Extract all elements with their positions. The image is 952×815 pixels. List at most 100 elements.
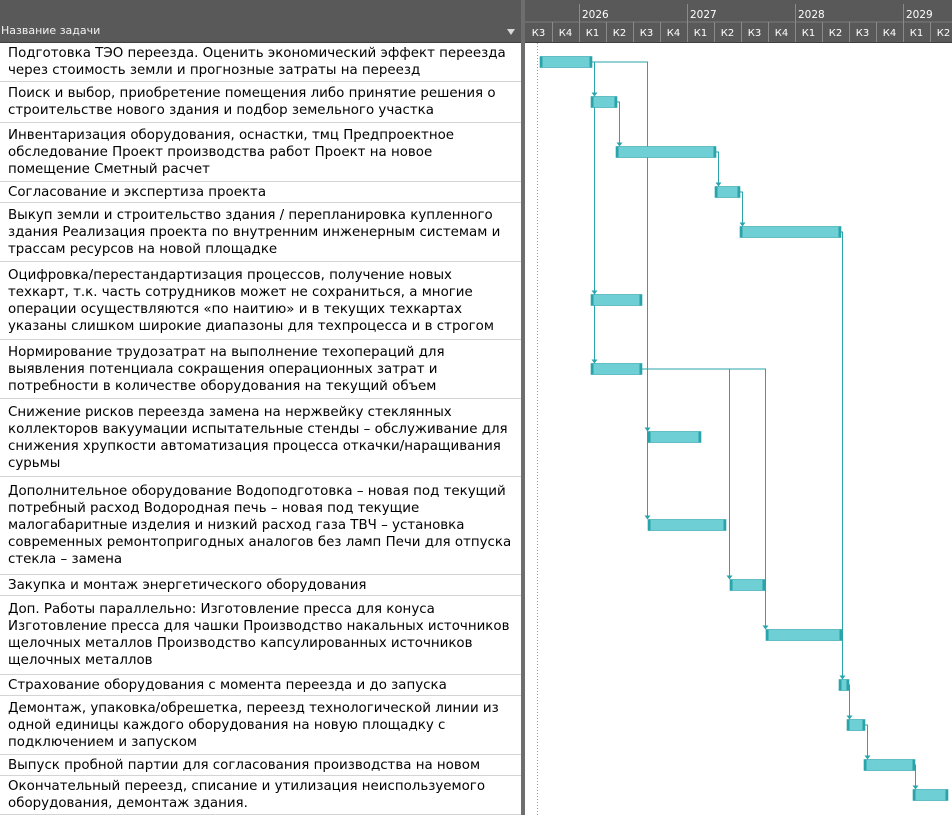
dropdown-arrow-icon[interactable] bbox=[507, 29, 515, 35]
gantt-bar[interactable] bbox=[539, 56, 593, 68]
quarter-label: К4 bbox=[667, 28, 680, 39]
dependency-arrow-icon bbox=[864, 755, 871, 760]
quarter-label: К4 bbox=[559, 28, 572, 39]
gantt-bar-end-marker bbox=[639, 363, 642, 375]
task-row[interactable]: Доп. Работы параллельно: Изготовление пр… bbox=[0, 596, 521, 675]
gantt-bar-end-marker bbox=[762, 579, 765, 591]
dependency-arrow-icon bbox=[591, 359, 598, 364]
dependency-link bbox=[865, 724, 868, 759]
gantt-chart: 2026 2027 2028 2029 К3 К4 К1 К2 К3 К4 К1 К2 К3 К4 К1 К2… bbox=[525, 0, 952, 815]
year-label: 2028 bbox=[798, 9, 825, 21]
year-label: 2026 bbox=[582, 9, 609, 21]
quarter-label: К4 bbox=[775, 28, 788, 39]
dependency-link bbox=[740, 191, 743, 226]
gantt-bar-end-marker bbox=[589, 56, 592, 68]
gantt-bar[interactable] bbox=[863, 759, 916, 771]
gantt-bar-end-marker bbox=[614, 96, 617, 108]
task-name: Подготовка ТЭО переезда. Оценить экономи… bbox=[8, 46, 506, 78]
gantt-bar[interactable] bbox=[590, 96, 618, 108]
task-name: Согласование и экспертиза проекта bbox=[8, 185, 267, 200]
task-name: Оцифровка/перестандартизация процессов, … bbox=[8, 268, 494, 339]
task-name: Окончательный переезд, списание и утилиз… bbox=[8, 779, 486, 811]
dependency-arrow-icon bbox=[644, 515, 651, 520]
dependency-link bbox=[617, 101, 620, 146]
quarter-label: К1 bbox=[802, 28, 815, 39]
quarter-label: К2 bbox=[829, 28, 842, 39]
dependency-arrow-icon bbox=[912, 785, 919, 790]
task-row[interactable]: Закупка и монтаж энергетического оборудо… bbox=[0, 575, 521, 596]
task-name-header-label: Название задачи bbox=[1, 24, 101, 37]
quarter-label: К3 bbox=[640, 28, 653, 39]
gantt-bar-start-marker bbox=[847, 719, 850, 731]
task-row[interactable]: Инвентаризация оборудования, оснастки, т… bbox=[0, 123, 521, 182]
gantt-bar-start-marker bbox=[730, 579, 733, 591]
gantt-bar-end-marker bbox=[945, 789, 948, 801]
gantt-bar-start-marker bbox=[839, 679, 842, 691]
gantt-bar[interactable] bbox=[765, 629, 843, 641]
gantt-bar[interactable] bbox=[714, 186, 741, 198]
gantt-bar[interactable] bbox=[912, 789, 949, 801]
dependency-arrow-icon bbox=[839, 675, 846, 680]
gantt-bar[interactable] bbox=[739, 226, 842, 238]
gantt-bar[interactable] bbox=[590, 363, 643, 375]
quarter-label: К4 bbox=[883, 28, 896, 39]
gantt-bar[interactable] bbox=[647, 431, 702, 443]
gantt-bar-start-marker bbox=[740, 226, 743, 238]
gantt-bar[interactable] bbox=[846, 719, 866, 731]
gantt-bar-start-marker bbox=[591, 96, 594, 108]
task-row[interactable]: Нормирование трудозатрат на выполнение т… bbox=[0, 340, 521, 399]
task-row[interactable]: Дополнительное оборудование Водоподготов… bbox=[0, 477, 521, 575]
gantt-bar-start-marker bbox=[591, 363, 594, 375]
dependency-arrow-icon bbox=[846, 715, 853, 720]
year-label: 2029 bbox=[906, 9, 933, 21]
gantt-bar-start-marker bbox=[540, 56, 543, 68]
task-name: Доп. Работы параллельно: Изготовление пр… bbox=[8, 602, 510, 668]
task-row[interactable]: Подготовка ТЭО переезда. Оценить экономи… bbox=[0, 43, 521, 82]
gantt-bar-start-marker bbox=[766, 629, 769, 641]
task-name: Дополнительное оборудование Водоподготов… bbox=[8, 484, 512, 567]
quarter-label: К2 bbox=[937, 28, 950, 39]
task-row[interactable]: Окончательный переезд, списание и утилиз… bbox=[0, 776, 521, 815]
quarter-label: К2 bbox=[613, 28, 626, 39]
quarter-label: К1 bbox=[694, 28, 707, 39]
task-row[interactable]: Демонтаж, упаковка/обрешетка, переезд те… bbox=[0, 696, 521, 755]
gantt-bar-end-marker bbox=[639, 294, 642, 306]
dependency-link bbox=[716, 151, 719, 186]
task-row[interactable]: Оцифровка/перестандартизация процессов, … bbox=[0, 262, 521, 340]
task-row[interactable]: Поиск и выбор, приобретение помещения ли… bbox=[0, 82, 521, 123]
gantt-bar-end-marker bbox=[838, 226, 841, 238]
task-name-pane: Название задачи Подготовка ТЭО переезда.… bbox=[0, 0, 521, 815]
gantt-bar-start-marker bbox=[864, 759, 867, 771]
dependency-arrow-icon bbox=[616, 142, 623, 147]
gantt-bar[interactable] bbox=[615, 146, 717, 158]
task-name: Выкуп земли и строительство здания / пер… bbox=[8, 208, 501, 257]
task-row[interactable]: Согласование и экспертиза проекта bbox=[0, 182, 521, 203]
gantt-bar-end-marker bbox=[846, 679, 849, 691]
task-row[interactable]: Страхование оборудования с момента перее… bbox=[0, 675, 521, 696]
gantt-chart-pane: 2026 2027 2028 2029 К3 К4 К1 К2 К3 К4 К1 К2 К3 К4 К1 К2… bbox=[525, 0, 952, 815]
task-name: Выпуск пробной партии для согласования п… bbox=[8, 758, 481, 773]
gantt-bar-end-marker bbox=[737, 186, 740, 198]
gantt-bar-start-marker bbox=[648, 431, 651, 443]
gantt-bar-start-marker bbox=[715, 186, 718, 198]
dependency-arrow-icon bbox=[762, 625, 769, 630]
gantt-bar[interactable] bbox=[729, 579, 766, 591]
task-name-column-header[interactable]: Название задачи bbox=[0, 0, 521, 43]
task-row[interactable]: Выкуп земли и строительство здания / пер… bbox=[0, 203, 521, 262]
gantt-bar-end-marker bbox=[839, 629, 842, 641]
dependency-link bbox=[642, 368, 730, 579]
dependency-arrow-icon bbox=[715, 182, 722, 187]
task-name: Нормирование трудозатрат на выполнение т… bbox=[8, 345, 445, 398]
quarter-label: К2 bbox=[721, 28, 734, 39]
quarter-label: К3 bbox=[532, 28, 545, 39]
quarter-label: К1 bbox=[910, 28, 923, 39]
gantt-bar-start-marker bbox=[648, 519, 651, 531]
dependency-arrow-icon bbox=[739, 222, 746, 227]
gantt-bar[interactable] bbox=[590, 294, 643, 306]
dependency-arrow-icon bbox=[726, 575, 733, 580]
task-row[interactable]: Снижение рисков переезда замена на нержв… bbox=[0, 399, 521, 477]
gantt-bar[interactable] bbox=[647, 519, 727, 531]
gantt-bar-end-marker bbox=[713, 146, 716, 158]
gantt-bar-end-marker bbox=[862, 719, 865, 731]
task-row[interactable]: Выпуск пробной партии для согласования п… bbox=[0, 755, 521, 776]
